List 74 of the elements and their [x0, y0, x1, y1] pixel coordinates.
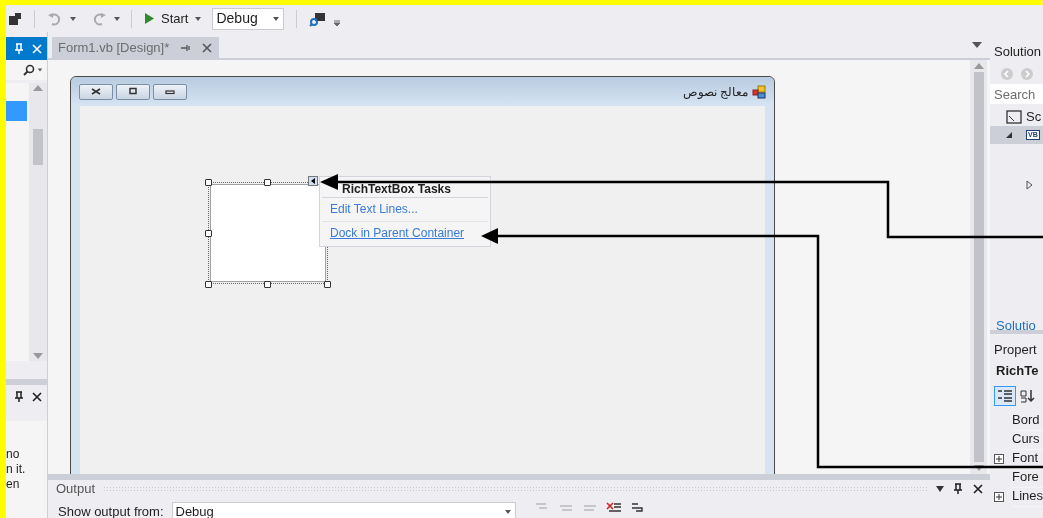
search-icon	[23, 64, 35, 76]
object-name: RichTe	[995, 362, 1040, 380]
close-icon	[201, 41, 214, 54]
caret-icon	[37, 67, 43, 73]
form-icon	[752, 84, 766, 99]
close-icon	[90, 87, 102, 96]
dropdown-icon[interactable]	[972, 42, 982, 48]
property-name: Fore	[1012, 467, 1043, 488]
scroll-up-icon	[973, 63, 984, 69]
resize-handle[interactable]	[264, 179, 271, 186]
caret-icon[interactable]	[113, 14, 121, 23]
expand-icon[interactable]	[994, 453, 1004, 464]
property-name: Curs	[1012, 429, 1043, 450]
caret-icon	[272, 14, 281, 23]
pin-icon[interactable]	[13, 391, 25, 403]
caret-icon	[503, 508, 512, 516]
task-link[interactable]: Edit Text Lines...	[322, 198, 488, 222]
maximize-button[interactable]	[116, 83, 150, 100]
scroll-thumb[interactable]	[33, 129, 44, 165]
word-wrap-icon[interactable]	[629, 502, 646, 512]
description-text: no	[6, 447, 21, 462]
resize-handle[interactable]	[324, 281, 331, 288]
maximize-icon	[127, 87, 139, 96]
close-icon[interactable]	[31, 391, 43, 403]
form-title: معالج نصوص	[682, 83, 748, 101]
sort-alpha-icon[interactable]	[1020, 388, 1036, 403]
scrollbar[interactable]	[970, 60, 987, 474]
minimize-button[interactable]	[153, 83, 187, 100]
description-text: n it.	[6, 462, 27, 477]
list-item[interactable]	[6, 101, 28, 121]
property-name: Lines	[1012, 486, 1043, 507]
triangle-icon	[311, 178, 315, 184]
panel-title: Output	[56, 480, 96, 499]
collapse-icon	[1006, 132, 1012, 138]
configuration-dropdown[interactable]: Debug	[212, 7, 285, 30]
smart-tag-button[interactable]	[308, 176, 318, 186]
resize-handle[interactable]	[205, 281, 212, 288]
description-text: en	[6, 477, 21, 492]
property-name: Font	[1012, 448, 1043, 469]
close-icon[interactable]	[972, 483, 984, 495]
resize-handle[interactable]	[205, 179, 212, 186]
close-button[interactable]	[79, 83, 113, 100]
property-name: Bord	[1012, 410, 1043, 431]
scrollbar[interactable]	[29, 83, 47, 361]
dropdown-icon[interactable]	[936, 486, 944, 492]
panel-title: Propert	[993, 341, 1038, 359]
scroll-down-icon	[33, 353, 44, 359]
scroll-up-icon	[33, 85, 44, 91]
panel-title: Solution	[993, 43, 1042, 61]
search-field[interactable]	[6, 60, 47, 80]
minimize-icon	[164, 87, 176, 96]
field-label: Show output from:	[58, 503, 164, 518]
overflow-icon[interactable]	[333, 18, 342, 27]
scroll-thumb[interactable]	[973, 72, 984, 462]
play-icon	[144, 12, 155, 25]
scroll-down-icon	[973, 465, 984, 471]
pin-icon[interactable]	[952, 483, 964, 495]
solution-icon	[1006, 110, 1022, 124]
panel-tab[interactable]: Solutio	[990, 314, 1043, 334]
search-field[interactable]: Search	[990, 84, 1043, 104]
start-button[interactable]: Start	[142, 7, 205, 30]
clear-all-icon[interactable]	[605, 502, 622, 512]
caret-icon[interactable]	[69, 14, 77, 23]
caret-icon	[194, 14, 203, 23]
save-icon[interactable]	[8, 11, 22, 26]
tree-item[interactable]: Sc	[990, 108, 1043, 126]
task-link[interactable]: Dock in Parent Container	[322, 222, 488, 246]
attach-icon[interactable]	[309, 10, 328, 27]
categorized-icon[interactable]	[994, 385, 1016, 406]
expand-icon[interactable]	[994, 491, 1004, 502]
source-dropdown[interactable]: Debug	[171, 502, 516, 518]
resize-handle[interactable]	[205, 230, 212, 237]
expand-icon[interactable]	[1026, 180, 1033, 190]
resize-handle[interactable]	[264, 281, 271, 288]
